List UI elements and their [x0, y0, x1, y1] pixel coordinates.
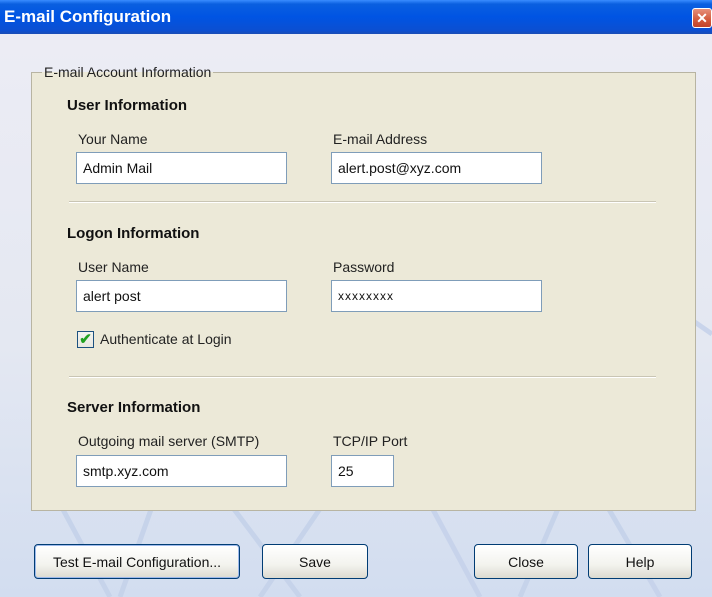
user-name-label: User Name: [78, 259, 149, 275]
section-divider: [69, 376, 656, 378]
password-field[interactable]: [331, 280, 542, 312]
test-configuration-button[interactable]: Test E-mail Configuration...: [34, 544, 240, 579]
window-title: E-mail Configuration: [4, 7, 172, 26]
tcp-port-field[interactable]: [331, 455, 394, 487]
close-button[interactable]: Close: [474, 544, 578, 579]
email-address-label: E-mail Address: [333, 131, 428, 147]
check-icon: ✔: [79, 331, 92, 348]
smtp-server-field[interactable]: [76, 455, 287, 487]
authenticate-label[interactable]: Authenticate at Login: [100, 331, 232, 347]
user-info-heading: User Information: [67, 97, 188, 114]
title-bar: E-mail Configuration ✕: [0, 0, 712, 34]
your-name-label: Your Name: [78, 131, 148, 147]
email-address-field[interactable]: [331, 152, 542, 184]
user-name-field[interactable]: [76, 280, 287, 312]
close-icon[interactable]: ✕: [692, 8, 712, 28]
smtp-server-label: Outgoing mail server (SMTP): [78, 433, 260, 449]
server-info-heading: Server Information: [67, 399, 201, 416]
save-button[interactable]: Save: [262, 544, 368, 579]
authenticate-checkbox[interactable]: ✔: [77, 331, 94, 348]
group-title: E-mail Account Information: [44, 64, 212, 80]
section-divider: [69, 201, 656, 203]
your-name-field[interactable]: [76, 152, 287, 184]
logon-info-heading: Logon Information: [67, 225, 200, 242]
password-label: Password: [333, 259, 395, 275]
help-button[interactable]: Help: [588, 544, 692, 579]
tcp-port-label: TCP/IP Port: [333, 433, 408, 449]
